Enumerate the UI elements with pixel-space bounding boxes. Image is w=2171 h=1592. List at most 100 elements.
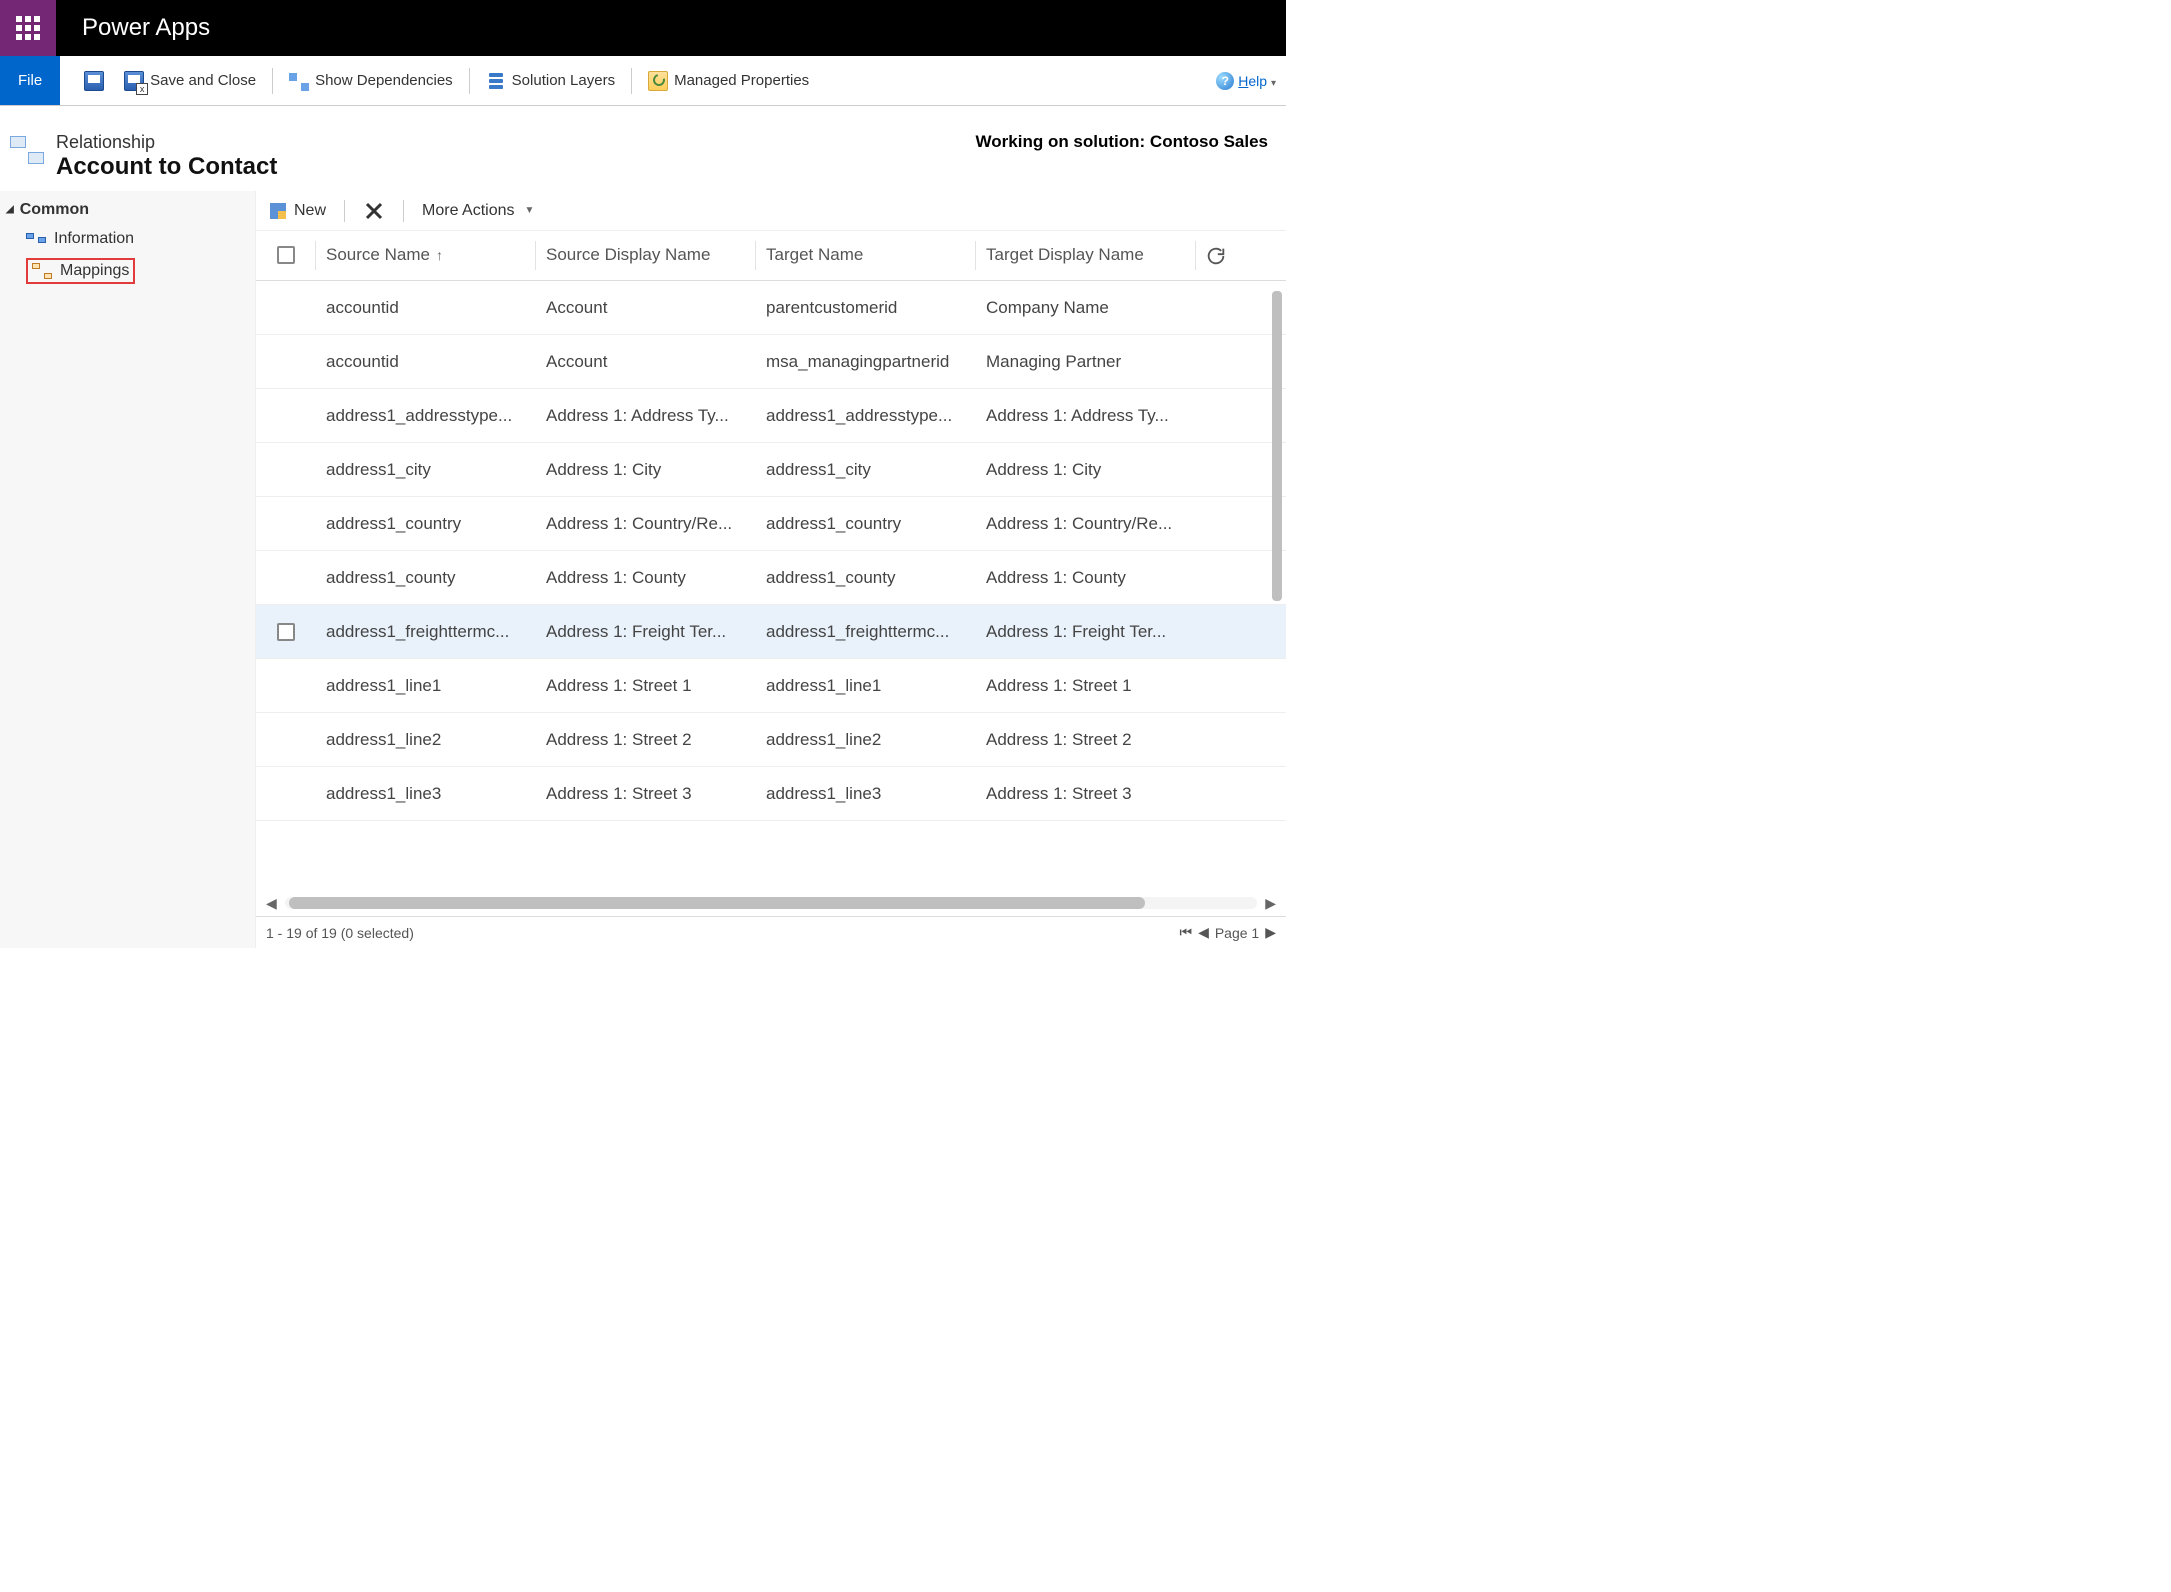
app-title: Power Apps	[56, 0, 210, 56]
file-tab[interactable]: File	[0, 56, 60, 105]
checkbox-icon	[277, 246, 295, 264]
table-row[interactable]: accountidAccountmsa_managingpartneridMan…	[256, 335, 1286, 389]
cell-source-name: address1_addresstype...	[316, 406, 536, 426]
cell-target-name: address1_line1	[756, 676, 976, 696]
separator	[344, 200, 345, 222]
cell-source-name: address1_line2	[316, 730, 536, 750]
table-row[interactable]: address1_countryAddress 1: Country/Re...…	[256, 497, 1286, 551]
sidebar-item-information[interactable]: Information	[0, 225, 255, 253]
cell-target-display-name: Company Name	[976, 298, 1196, 318]
record-count-status: 1 - 19 of 19 (0 selected)	[266, 925, 414, 941]
table-row[interactable]: address1_cityAddress 1: Cityaddress1_cit…	[256, 443, 1286, 497]
more-actions-label: More Actions	[422, 202, 514, 220]
column-header-source-name[interactable]: Source Name ↑	[316, 241, 536, 270]
new-button[interactable]: New	[262, 201, 332, 221]
column-label: Target Display Name	[986, 245, 1144, 265]
cell-source-name: address1_line3	[316, 784, 536, 804]
scroll-right-icon[interactable]: ▶	[1265, 895, 1276, 912]
cell-target-name: address1_county	[756, 568, 976, 588]
sidebar-item-label: Mappings	[60, 262, 129, 280]
table-row[interactable]: accountidAccountparentcustomeridCompany …	[256, 281, 1286, 335]
command-bar: File x Save and Close Show Dependencies …	[0, 56, 1286, 106]
solution-layers-button[interactable]: Solution Layers	[476, 56, 625, 105]
table-row[interactable]: address1_addresstype...Address 1: Addres…	[256, 389, 1286, 443]
managed-properties-button[interactable]: Managed Properties	[638, 56, 819, 105]
help-label: Help ▾	[1238, 73, 1276, 89]
sidebar-item-mappings[interactable]: Mappings	[0, 253, 255, 289]
grid-footer: 1 - 19 of 19 (0 selected) ⏮ ◀ Page 1 ▶	[256, 916, 1286, 948]
cell-target-display-name: Address 1: City	[976, 460, 1196, 480]
app-launcher[interactable]	[0, 0, 56, 56]
cell-source-name: address1_county	[316, 568, 536, 588]
save-button[interactable]	[74, 56, 114, 105]
table-row[interactable]: address1_freighttermc...Address 1: Freig…	[256, 605, 1286, 659]
cell-source-name: accountid	[316, 298, 536, 318]
refresh-icon	[1205, 245, 1227, 267]
cell-target-display-name: Managing Partner	[976, 352, 1196, 372]
first-page-button[interactable]: ⏮	[1179, 924, 1192, 941]
cell-source-display-name: Address 1: Freight Ter...	[536, 622, 756, 642]
delete-icon	[363, 200, 385, 222]
separator	[631, 68, 632, 94]
scroll-thumb[interactable]	[289, 897, 1145, 909]
cell-target-display-name: Address 1: Country/Re...	[976, 514, 1196, 534]
page-header: Relationship Account to Contact Working …	[0, 106, 1286, 191]
scroll-left-icon[interactable]: ◀	[266, 895, 277, 912]
column-header-target-name[interactable]: Target Name	[756, 241, 976, 270]
cell-target-display-name: Address 1: Street 3	[976, 784, 1196, 804]
separator	[469, 68, 470, 94]
save-close-button[interactable]: x Save and Close	[114, 56, 266, 105]
delete-button[interactable]	[357, 200, 391, 222]
main-area: Common Information Mappings New More Act…	[0, 191, 1286, 948]
solution-layers-label: Solution Layers	[512, 72, 615, 89]
save-close-icon: x	[124, 71, 144, 91]
column-header-target-display-name[interactable]: Target Display Name	[976, 241, 1196, 270]
layers-icon	[486, 71, 506, 91]
sidebar-item-label: Information	[54, 230, 134, 248]
cell-source-display-name: Address 1: Address Ty...	[536, 406, 756, 426]
scroll-track[interactable]	[285, 897, 1257, 909]
table-row[interactable]: address1_line3Address 1: Street 3address…	[256, 767, 1286, 821]
row-checkbox-cell[interactable]	[256, 623, 316, 641]
help-button[interactable]: ? Help ▾	[1216, 72, 1286, 90]
information-icon	[26, 231, 46, 247]
breadcrumb: Relationship	[56, 132, 277, 153]
new-label: New	[294, 202, 326, 220]
waffle-icon	[16, 16, 40, 40]
more-actions-button[interactable]: More Actions ▼	[416, 202, 540, 220]
horizontal-scrollbar[interactable]: ◀ ▶	[256, 890, 1286, 916]
page-title: Account to Contact	[56, 153, 277, 181]
vertical-scrollbar[interactable]	[1272, 291, 1282, 601]
column-header-source-display-name[interactable]: Source Display Name	[536, 241, 756, 270]
prev-page-button[interactable]: ◀	[1198, 924, 1209, 941]
sidebar-group-common[interactable]: Common	[0, 195, 255, 225]
refresh-button[interactable]	[1196, 245, 1236, 267]
cell-target-name: address1_freighttermc...	[756, 622, 976, 642]
grid-body: accountidAccountparentcustomeridCompany …	[256, 281, 1286, 890]
cell-target-display-name: Address 1: Street 2	[976, 730, 1196, 750]
cell-target-display-name: Address 1: Freight Ter...	[976, 622, 1196, 642]
sort-asc-icon: ↑	[436, 247, 443, 263]
chevron-down-icon: ▼	[525, 205, 535, 216]
cell-target-name: address1_city	[756, 460, 976, 480]
table-row[interactable]: address1_line1Address 1: Street 1address…	[256, 659, 1286, 713]
dependencies-icon	[289, 71, 309, 91]
next-page-button[interactable]: ▶	[1265, 924, 1276, 941]
column-label: Source Name	[326, 245, 430, 265]
select-all-header[interactable]	[256, 241, 316, 270]
global-header: Power Apps	[0, 0, 1286, 56]
cell-target-display-name: Address 1: County	[976, 568, 1196, 588]
cell-source-name: address1_freighttermc...	[316, 622, 536, 642]
table-row[interactable]: address1_countyAddress 1: Countyaddress1…	[256, 551, 1286, 605]
mappings-icon	[32, 263, 52, 279]
show-dependencies-button[interactable]: Show Dependencies	[279, 56, 463, 105]
cell-source-display-name: Address 1: City	[536, 460, 756, 480]
cell-target-name: msa_managingpartnerid	[756, 352, 976, 372]
cell-source-display-name: Address 1: County	[536, 568, 756, 588]
properties-icon	[648, 71, 668, 91]
cell-source-display-name: Account	[536, 352, 756, 372]
cell-source-name: accountid	[316, 352, 536, 372]
cell-target-name: parentcustomerid	[756, 298, 976, 318]
table-row[interactable]: address1_line2Address 1: Street 2address…	[256, 713, 1286, 767]
grid: Source Name ↑ Source Display Name Target…	[256, 231, 1286, 948]
